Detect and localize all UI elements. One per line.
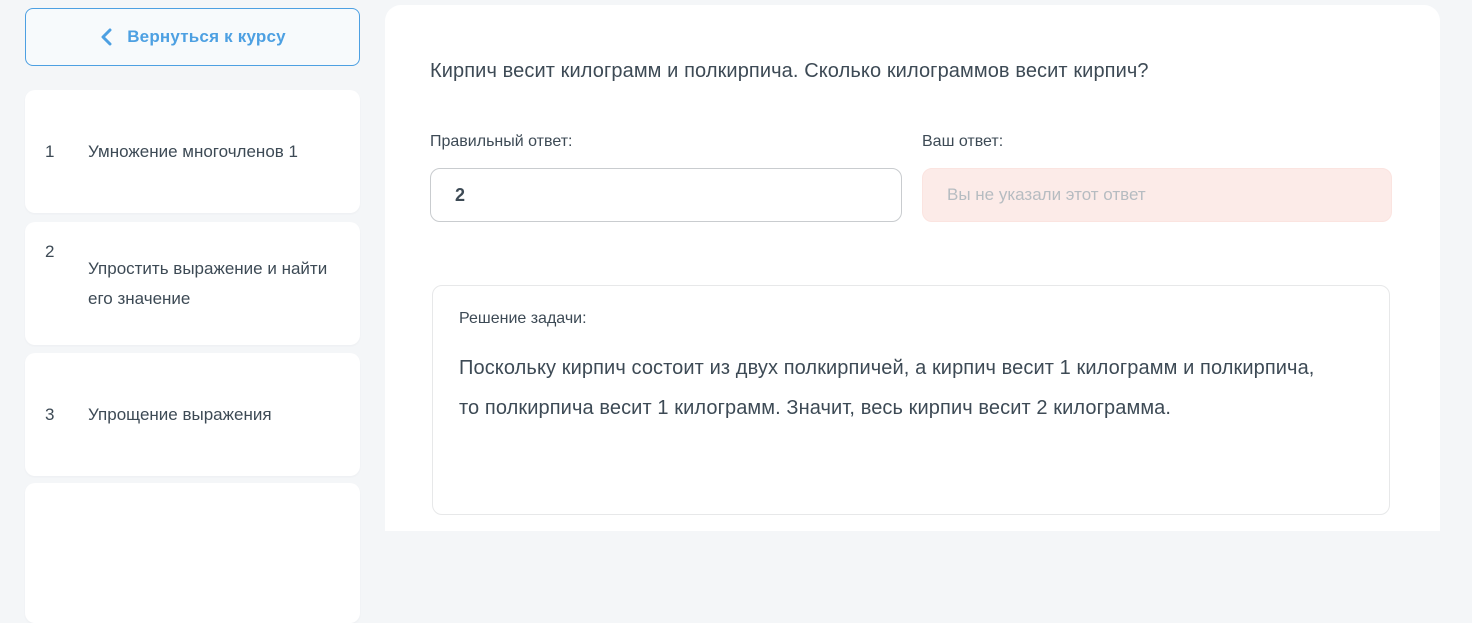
solution-label: Решение задачи: — [459, 310, 587, 328]
lesson-title: Упростить выражение и найти его значение — [88, 254, 340, 314]
task-review-panel: Кирпич весит килограмм и полкирпича. Ско… — [385, 5, 1440, 531]
chevron-left-icon — [99, 28, 113, 46]
back-to-course-label: Вернуться к курсу — [127, 27, 286, 47]
sidebar-item-lesson-3[interactable]: 3 Упрощение выражения — [25, 353, 360, 476]
lesson-number: 3 — [45, 405, 88, 425]
lesson-title: Умножение многочленов 1 — [88, 137, 298, 167]
user-answer-field[interactable] — [922, 168, 1392, 222]
sidebar-item-lesson-2[interactable]: 2 Упростить выражение и найти его значен… — [25, 222, 360, 345]
sidebar-item-lesson-1[interactable]: 1 Умножение многочленов 1 — [25, 90, 360, 213]
lesson-number: 2 — [45, 238, 88, 262]
user-answer-label: Ваш ответ: — [922, 133, 1003, 151]
sidebar-item-lesson-4-partial[interactable] — [25, 483, 360, 623]
solution-text: Поскольку кирпич состоит из двух полкирп… — [459, 348, 1329, 428]
back-to-course-button[interactable]: Вернуться к курсу — [25, 8, 360, 66]
correct-answer-label: Правильный ответ: — [430, 133, 572, 151]
lesson-number: 1 — [45, 142, 88, 162]
lesson-title: Упрощение выражения — [88, 400, 272, 430]
solution-card: Решение задачи: Поскольку кирпич состоит… — [432, 285, 1390, 515]
question-text: Кирпич весит килограмм и полкирпича. Ско… — [430, 57, 1390, 85]
correct-answer-field[interactable] — [430, 168, 902, 222]
sidebar: Вернуться к курсу 1 Умножение многочлено… — [0, 0, 384, 531]
